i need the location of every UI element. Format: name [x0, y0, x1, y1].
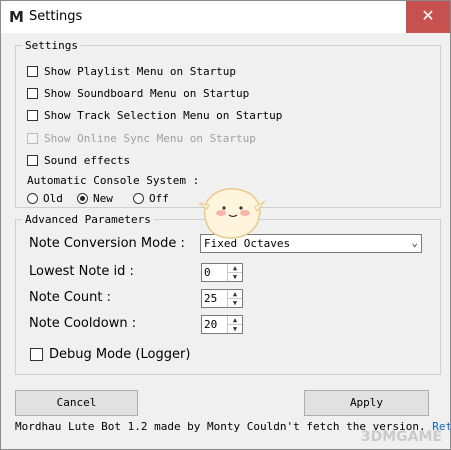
radio-off-label: Off: [149, 192, 169, 205]
app-logo-icon: M: [9, 8, 24, 26]
settings-group-legend: Settings: [25, 39, 78, 52]
close-icon: ✕: [421, 6, 435, 25]
note-cooldown-spinner[interactable]: ▲ ▼: [227, 316, 242, 333]
chevron-down-icon: ⌄: [411, 236, 418, 249]
show-soundboard-checkbox[interactable]: [27, 88, 38, 99]
note-count-label: Note Count :: [29, 290, 112, 305]
title-bar: M Settings ✕: [1, 1, 450, 33]
radio-old-label: Old: [43, 192, 63, 205]
watermark-logo: 3DMGAME: [360, 429, 442, 445]
close-button[interactable]: ✕: [406, 1, 450, 33]
lowest-note-input[interactable]: 0 ▲ ▼: [201, 263, 243, 282]
show-track-selection-label: Show Track Selection Menu on Startup: [44, 109, 283, 122]
note-count-spinner[interactable]: ▲ ▼: [227, 290, 242, 307]
sound-effects-label: Sound effects: [44, 154, 131, 167]
debug-mode-checkbox[interactable]: [30, 348, 43, 361]
note-count-input[interactable]: 25 ▲ ▼: [201, 289, 243, 308]
lowest-note-label: Lowest Note id :: [29, 264, 134, 279]
show-track-selection-option[interactable]: Show Track Selection Menu on Startup: [27, 109, 282, 122]
window-title: Settings: [29, 9, 83, 24]
radio-new-label: New: [93, 192, 113, 205]
debug-mode-option[interactable]: Debug Mode (Logger): [30, 347, 190, 362]
apply-button[interactable]: Apply: [304, 390, 429, 416]
spin-up-icon[interactable]: ▲: [228, 316, 242, 324]
note-cooldown-input[interactable]: 20 ▲ ▼: [201, 315, 243, 334]
cancel-button[interactable]: Cancel: [15, 390, 138, 416]
show-track-selection-checkbox[interactable]: [27, 110, 38, 121]
note-cooldown-label: Note Cooldown :: [29, 316, 137, 331]
console-radio-new[interactable]: New: [77, 192, 113, 205]
note-count-value: 25: [204, 292, 218, 305]
lowest-note-value: 0: [204, 266, 211, 279]
radio-old-button[interactable]: [27, 193, 38, 204]
radio-off-button[interactable]: [133, 193, 144, 204]
show-playlist-option[interactable]: Show Playlist Menu on Startup: [27, 65, 236, 78]
settings-window: M Settings ✕ Settings Show Playlist Menu…: [0, 0, 451, 450]
console-system-label: Automatic Console System :: [27, 174, 200, 187]
show-playlist-label: Show Playlist Menu on Startup: [44, 65, 237, 78]
advanced-parameters-legend: Advanced Parameters: [25, 213, 151, 226]
radio-selected-dot: [80, 196, 85, 201]
sound-effects-checkbox[interactable]: [27, 155, 38, 166]
show-online-sync-option: Show Online Sync Menu on Startup: [27, 132, 256, 145]
debug-mode-label: Debug Mode (Logger): [49, 347, 191, 362]
console-radio-off[interactable]: Off: [133, 192, 169, 205]
mascot-sticker-icon: [198, 188, 266, 239]
spin-down-icon[interactable]: ▼: [228, 272, 242, 281]
console-radio-old[interactable]: Old: [27, 192, 63, 205]
show-soundboard-option[interactable]: Show Soundboard Menu on Startup: [27, 87, 249, 100]
show-soundboard-label: Show Soundboard Menu on Startup: [44, 87, 250, 100]
show-playlist-checkbox[interactable]: [27, 66, 38, 77]
sound-effects-option[interactable]: Sound effects: [27, 154, 130, 167]
spin-down-icon[interactable]: ▼: [228, 324, 242, 333]
note-cooldown-value: 20: [204, 318, 218, 331]
spin-up-icon[interactable]: ▲: [228, 264, 242, 272]
spin-down-icon[interactable]: ▼: [228, 298, 242, 307]
note-conversion-label: Note Conversion Mode :: [29, 236, 185, 251]
radio-new-button[interactable]: [77, 193, 88, 204]
show-online-sync-label: Show Online Sync Menu on Startup: [44, 132, 256, 145]
show-online-sync-checkbox: [27, 133, 38, 144]
spin-up-icon[interactable]: ▲: [228, 290, 242, 298]
lowest-note-spinner[interactable]: ▲ ▼: [227, 264, 242, 281]
